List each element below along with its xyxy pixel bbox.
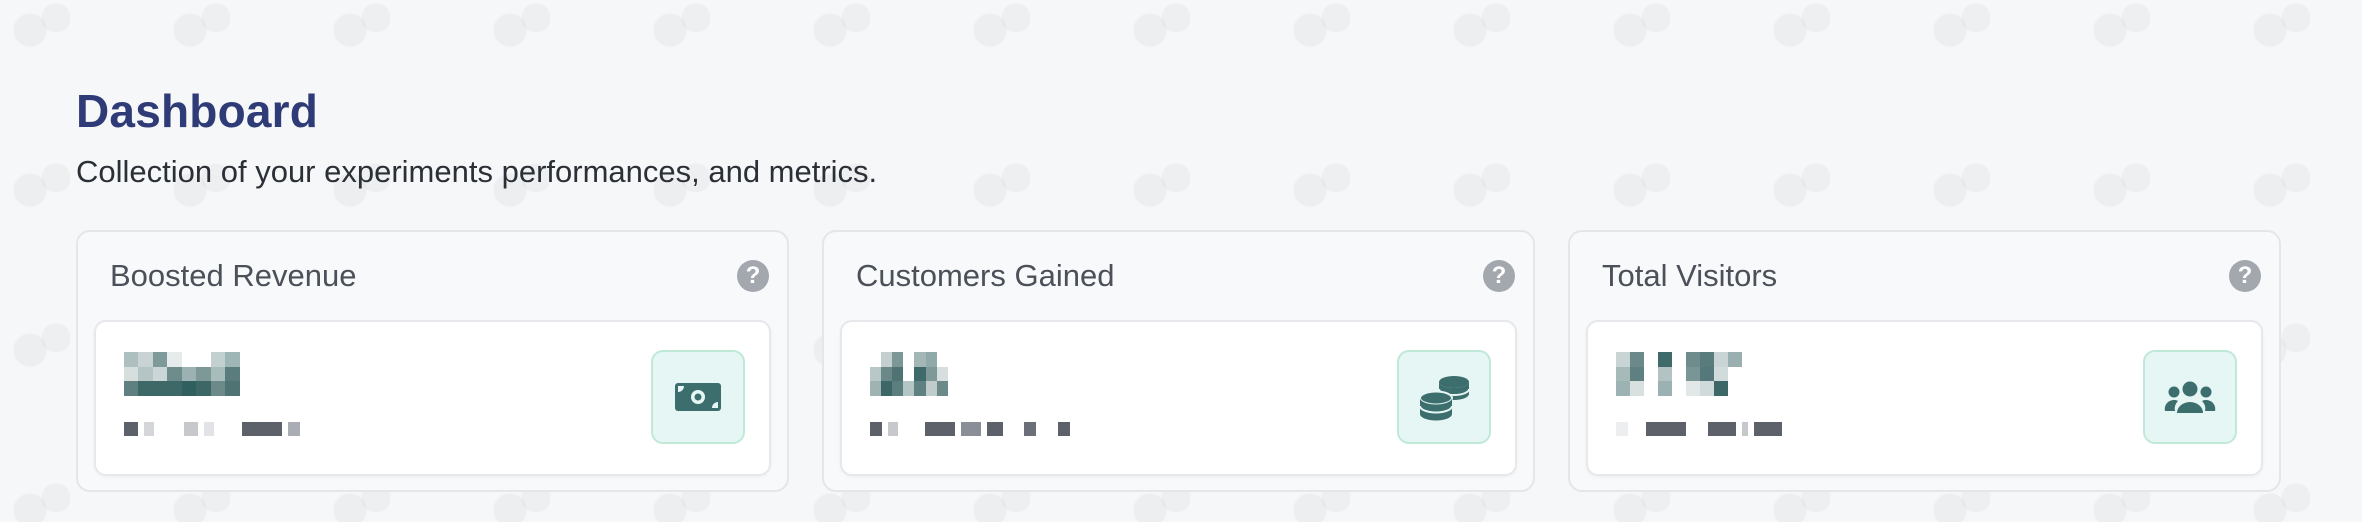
page-title: Dashboard (76, 85, 319, 137)
card-body (840, 320, 1517, 476)
card-body (1586, 320, 2263, 476)
dashboard-header: Dashboard Collection of your experiments… (76, 80, 2286, 492)
question-circle-icon[interactable]: ? (1483, 260, 1515, 292)
card-customers-gained: Customers Gained ? (822, 230, 1535, 492)
card-header: Customers Gained ? (824, 232, 1533, 320)
card-body (94, 320, 771, 476)
card-title: Customers Gained (856, 258, 1115, 293)
card-header: Boosted Revenue ? (78, 232, 787, 320)
card-title: Boosted Revenue (110, 258, 357, 293)
metric-cards: Boosted Revenue ? Customers Gained ? Tot… (76, 230, 2286, 492)
question-circle-icon[interactable]: ? (737, 260, 769, 292)
card-header: Total Visitors ? (1570, 232, 2279, 320)
metric-subtext-redacted (124, 422, 324, 436)
card-title: Total Visitors (1602, 258, 1778, 293)
page-subtitle: Collection of your experiments performan… (76, 154, 878, 189)
users-icon (2143, 350, 2237, 444)
money-bill-icon (651, 350, 745, 444)
question-circle-icon[interactable]: ? (2229, 260, 2261, 292)
card-boosted-revenue: Boosted Revenue ? (76, 230, 789, 492)
metric-value-redacted (1616, 352, 1742, 396)
card-total-visitors: Total Visitors ? (1568, 230, 2281, 492)
metric-value-redacted (870, 352, 970, 396)
coins-icon (1397, 350, 1491, 444)
metric-subtext-redacted (870, 422, 1070, 436)
metric-subtext-redacted (1616, 422, 1816, 436)
metric-value-redacted (124, 352, 254, 396)
